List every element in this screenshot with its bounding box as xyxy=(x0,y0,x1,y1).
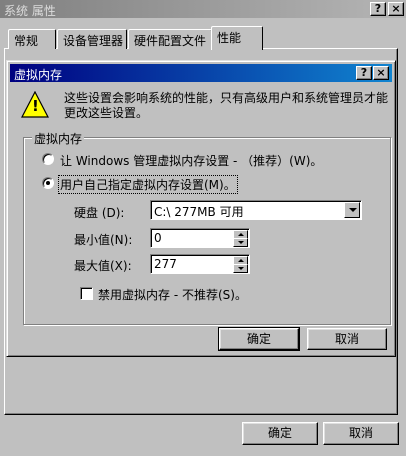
help-icon: ? xyxy=(360,66,368,79)
help-button[interactable]: ? xyxy=(370,2,386,16)
close-icon: × xyxy=(376,66,386,79)
ok-button[interactable]: 确定 xyxy=(242,422,318,445)
tab-performance[interactable]: 性能 xyxy=(211,26,263,50)
min-label: 最小值(N): xyxy=(74,233,133,247)
warning-text: 这些设置会影响系统的性能，只有高级用户和系统管理员才能更改这些设置。 xyxy=(64,91,389,120)
min-value-stepper[interactable]: 0 xyxy=(150,228,250,248)
warning-glyph: ! xyxy=(32,97,39,115)
radio-windows-managed-label[interactable]: 让 Windows 管理虚拟内存设置 - （推荐）(W)。 xyxy=(60,152,322,169)
max-decrement-button[interactable] xyxy=(233,264,248,273)
chevron-down-icon xyxy=(349,208,357,212)
combo-dropdown-button[interactable] xyxy=(344,202,360,218)
dialog-ok-button[interactable]: 确定 xyxy=(218,327,300,351)
tab-device-manager[interactable]: 设备管理器 xyxy=(57,29,127,49)
tab-label: 硬件配置文件 xyxy=(134,34,207,48)
radio-custom-settings[interactable] xyxy=(42,177,54,189)
disk-combobox[interactable]: C:\ 277MB 可用 xyxy=(150,200,362,220)
close-icon: × xyxy=(391,2,401,15)
cancel-button[interactable]: 取消 xyxy=(323,422,399,445)
help-icon: ? xyxy=(374,2,382,15)
disk-value: C:\ 277MB 可用 xyxy=(154,205,244,219)
disk-label: 硬盘 (D): xyxy=(74,206,125,220)
close-button[interactable]: × xyxy=(388,2,404,16)
arrow-down-icon xyxy=(238,267,244,270)
tab-hardware-profiles[interactable]: 硬件配置文件 xyxy=(128,29,212,49)
tab-label: 性能 xyxy=(217,31,242,45)
dialog-close-button[interactable]: × xyxy=(373,66,389,80)
disable-vm-label[interactable]: 禁用虚拟内存 - 不推荐(S)。 xyxy=(98,286,247,303)
min-decrement-button[interactable] xyxy=(233,238,248,247)
radio-custom-settings-label[interactable]: 用户自己指定虚拟内存设置(M)。 xyxy=(58,175,238,194)
warning-icon: ! xyxy=(21,90,49,119)
virtual-memory-group: 虚拟内存 让 Windows 管理虚拟内存设置 - （推荐）(W)。 用户自己指… xyxy=(23,130,391,325)
arrow-up-icon xyxy=(238,259,244,262)
window-title-bar[interactable]: 系统 属性 ? × xyxy=(0,0,406,18)
virtual-memory-dialog: 虚拟内存 ? × ! 这些设置会影响系统的性能，只有高级用户和系统管理员才能更改… xyxy=(6,60,396,357)
tab-general[interactable]: 常规 xyxy=(8,29,56,49)
arrow-up-icon xyxy=(238,233,244,236)
dialog-cancel-button[interactable]: 取消 xyxy=(307,328,387,350)
dialog-title: 虚拟内存 xyxy=(14,68,63,82)
dialog-title-bar[interactable]: 虚拟内存 ? × xyxy=(10,64,392,82)
tab-label: 常规 xyxy=(14,34,39,48)
group-label: 虚拟内存 xyxy=(32,130,85,147)
dialog-help-button[interactable]: ? xyxy=(356,66,372,80)
min-value: 0 xyxy=(154,231,162,245)
max-value: 277 xyxy=(154,257,177,271)
max-value-stepper[interactable]: 277 xyxy=(150,254,250,274)
radio-windows-managed[interactable] xyxy=(42,153,54,165)
disable-vm-checkbox[interactable] xyxy=(80,287,93,300)
max-label: 最大值(X): xyxy=(74,259,132,273)
window-title: 系统 属性 xyxy=(4,4,56,18)
arrow-down-icon xyxy=(238,241,244,244)
tab-label: 设备管理器 xyxy=(63,34,124,48)
